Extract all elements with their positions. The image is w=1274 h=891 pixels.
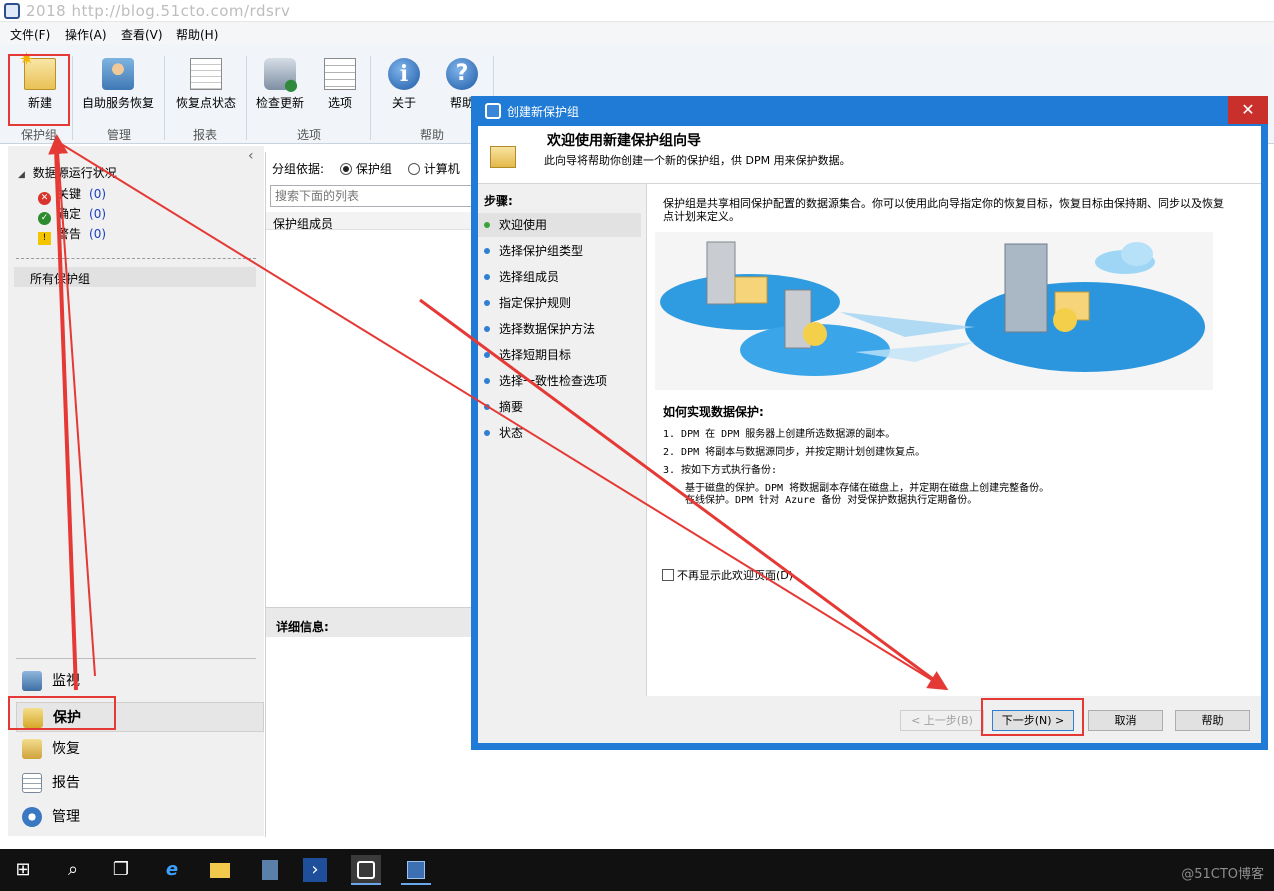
- report-icon: [190, 58, 222, 90]
- steps-title: 步骤:: [484, 194, 513, 208]
- step-protection-rules[interactable]: 指定保护规则: [478, 291, 641, 315]
- collapse-icon[interactable]: ‹: [248, 148, 254, 164]
- help-icon: ?: [446, 58, 478, 90]
- cancel-button[interactable]: 取消: [1088, 710, 1163, 731]
- step-summary[interactable]: 摘要: [478, 395, 641, 419]
- menu-bar: 文件(F) 操作(A) 查看(V) 帮助(H): [0, 22, 1274, 44]
- error-icon: ✕: [38, 192, 51, 205]
- group-label-protection: 保护组: [20, 128, 57, 142]
- title-watermark: 2018 http://blog.51cto.com/rdsrv: [26, 2, 291, 20]
- health-ok-item[interactable]: ✓ 确定 (0): [38, 205, 106, 225]
- options-button[interactable]: 选项: [320, 56, 360, 124]
- folder-icon: [490, 146, 516, 168]
- step-select-type[interactable]: 选择保护组类型: [478, 239, 641, 263]
- how-item-1: 1. DPM 在 DPM 服务器上创建所选数据源的副本。: [663, 429, 896, 440]
- highlight-protection-nav: [8, 696, 116, 730]
- group-by-protection-radio[interactable]: 保护组: [339, 162, 392, 176]
- wizard-header: 欢迎使用新建保护组向导 此向导将帮助你创建一个新的保护组，供 DPM 用来保护数…: [478, 126, 1261, 184]
- windows-start-icon[interactable]: ⊞: [8, 855, 38, 885]
- group-label-report: 报表: [192, 128, 217, 142]
- gear-icon: [22, 807, 42, 827]
- health-tree-header[interactable]: ◢ 数据源运行状况: [18, 164, 117, 181]
- wizard-content: 保护组是共享相同保护配置的数据源集合。你可以使用此向导指定你的恢复目标，恢复目标…: [646, 184, 1261, 696]
- menu-action[interactable]: 操作(A): [65, 26, 107, 43]
- dpm-protection-illustration: [655, 232, 1213, 390]
- task-view-icon[interactable]: ❐: [106, 855, 136, 885]
- check-update-button[interactable]: 检查更新: [252, 56, 308, 124]
- dialog-app-icon: [485, 103, 501, 119]
- group-label-options: 选项: [296, 128, 321, 142]
- nav-recovery[interactable]: 恢复: [16, 734, 264, 764]
- intro-text: 保护组是共享相同保护配置的数据源集合。你可以使用此向导指定你的恢复目标，恢复目标…: [663, 197, 1224, 223]
- self-service-recovery-button[interactable]: 自助服务恢复: [78, 56, 158, 124]
- group-label-manage: 管理: [106, 128, 131, 142]
- all-protection-groups-item[interactable]: 所有保护组: [14, 267, 256, 287]
- highlight-next-button: [981, 698, 1084, 736]
- column-header-members[interactable]: 保护组成员: [266, 212, 471, 231]
- warning-icon: !: [38, 232, 51, 245]
- nav-management[interactable]: 管理: [16, 802, 264, 832]
- options-icon: [324, 58, 356, 90]
- tree-expand-icon: ◢: [18, 170, 25, 180]
- wizard-steps: 步骤: 欢迎使用 选择保护组类型 选择组成员 指定保护规则 选择数据保护方法 选…: [478, 184, 644, 684]
- step-short-term-goals[interactable]: 选择短期目标: [478, 343, 641, 367]
- nav-monitor[interactable]: 监视: [16, 666, 264, 696]
- wizard-help-button[interactable]: 帮助: [1175, 710, 1250, 731]
- how-item-3: 3. 按如下方式执行备份:: [663, 465, 778, 476]
- recovery-folder-icon: [22, 739, 42, 759]
- menu-file[interactable]: 文件(F): [10, 26, 50, 43]
- step-consistency-check[interactable]: 选择一致性检查选项: [478, 369, 641, 393]
- group-by-label: 分组依据:: [272, 162, 325, 176]
- blog-watermark: @51CTO博客: [1181, 867, 1264, 882]
- server-manager-icon[interactable]: [255, 855, 285, 885]
- recovery-point-status-button[interactable]: 恢复点状态: [172, 56, 240, 124]
- wizard-title: 欢迎使用新建保护组向导: [547, 133, 701, 149]
- details-header: 详细信息:: [266, 607, 471, 637]
- report-icon: [22, 773, 42, 793]
- how-item-2: 2. DPM 将副本与数据源同步，并按定期计划创建恢复点。: [663, 447, 926, 458]
- monitor-icon: [22, 671, 42, 691]
- powershell-icon[interactable]: ›: [303, 858, 327, 882]
- menu-view[interactable]: 查看(V): [121, 26, 163, 43]
- windows-taskbar: ⊞ ⌕ ❐ e › @51CTO博客: [0, 849, 1274, 891]
- back-button[interactable]: < 上一步(B): [900, 710, 984, 731]
- dialog-title-bar[interactable]: 创建新保护组 ✕: [471, 96, 1268, 126]
- menu-help[interactable]: 帮助(H): [176, 26, 218, 43]
- health-warning-item[interactable]: ! 警告 (0): [38, 225, 106, 245]
- search-icon[interactable]: ⌕: [58, 855, 88, 885]
- dpm-console-icon[interactable]: [351, 855, 381, 885]
- create-protection-group-dialog: 创建新保护组 ✕ 欢迎使用新建保护组向导 此向导将帮助你创建一个新的保护组，供 …: [471, 96, 1268, 750]
- search-input[interactable]: [270, 185, 475, 207]
- ok-icon: ✓: [38, 212, 51, 225]
- step-select-members[interactable]: 选择组成员: [478, 265, 641, 289]
- user-recovery-icon: [102, 58, 134, 90]
- explorer-icon[interactable]: [205, 855, 235, 885]
- dpm-console2-icon[interactable]: [401, 855, 431, 885]
- dpm-app-icon: [4, 3, 20, 19]
- group-by-computer-radio[interactable]: 计算机: [407, 162, 460, 176]
- app-title-bar: 2018 http://blog.51cto.com/rdsrv: [0, 0, 1274, 22]
- step-welcome[interactable]: 欢迎使用: [478, 213, 641, 237]
- dont-show-welcome-checkbox[interactable]: 不再显示此欢迎页面(D): [662, 567, 793, 583]
- step-protection-method[interactable]: 选择数据保护方法: [478, 317, 641, 341]
- navigation-sidebar: ‹ ◢ 数据源运行状况 ✕ 关键 (0) ✓ 确定 (0) ! 警告 (0) 所有保护组 监…: [8, 146, 264, 836]
- protection-list-pane: 分组依据: 保护组 计算机 保护组成员 详细信息:: [265, 152, 475, 837]
- online-protection-text: 在线保护。DPM 针对 Azure 备份 对受保护数据执行定期备份。: [685, 495, 978, 506]
- health-critical-item[interactable]: ✕ 关键 (0): [38, 185, 106, 205]
- update-icon: [264, 58, 298, 94]
- close-icon[interactable]: ✕: [1228, 96, 1268, 124]
- nav-reports[interactable]: 报告: [16, 768, 264, 798]
- wizard-subtitle: 此向导将帮助你创建一个新的保护组，供 DPM 用来保护数据。: [544, 154, 851, 167]
- info-icon: i: [388, 58, 420, 90]
- step-status[interactable]: 状态: [478, 421, 641, 445]
- ie-icon[interactable]: e: [157, 855, 187, 885]
- how-title: 如何实现数据保护:: [663, 405, 764, 419]
- group-label-help: 帮助: [419, 128, 444, 142]
- highlight-new-button: [8, 54, 70, 126]
- about-button[interactable]: i 关于: [384, 56, 424, 124]
